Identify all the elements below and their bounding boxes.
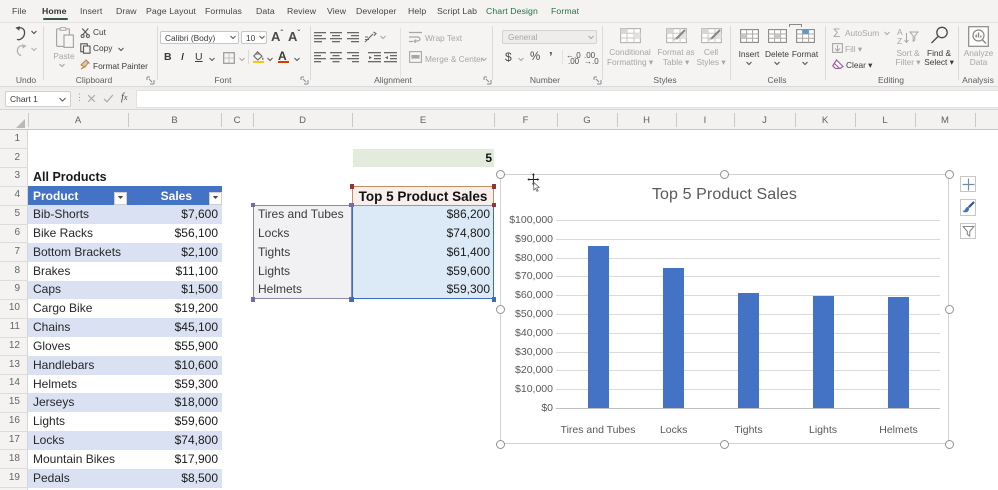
svg-text:Z: Z (897, 36, 902, 45)
